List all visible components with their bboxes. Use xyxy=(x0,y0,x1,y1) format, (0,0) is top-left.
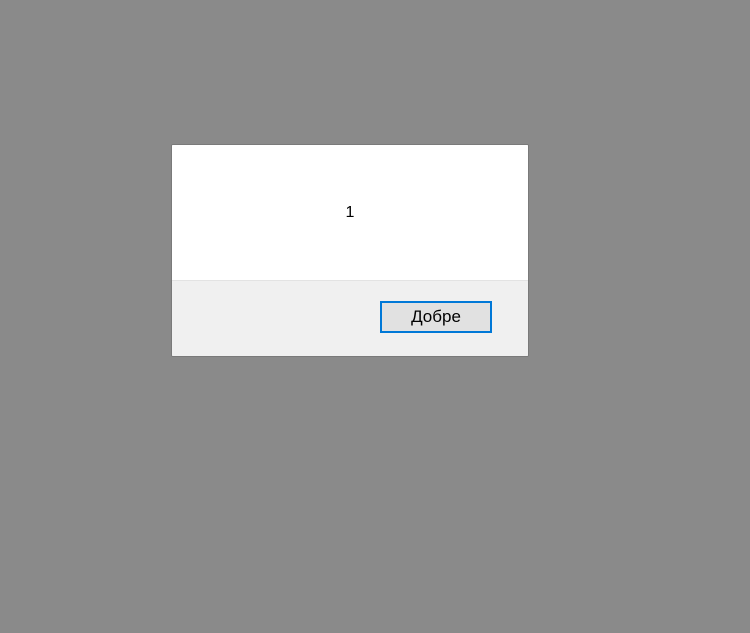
ok-button[interactable]: Добре xyxy=(380,301,492,333)
dialog-body: 1 xyxy=(172,145,528,281)
dialog-footer: Добре xyxy=(172,281,528,356)
alert-dialog: 1 Добре xyxy=(171,144,529,357)
dialog-message: 1 xyxy=(345,204,355,221)
